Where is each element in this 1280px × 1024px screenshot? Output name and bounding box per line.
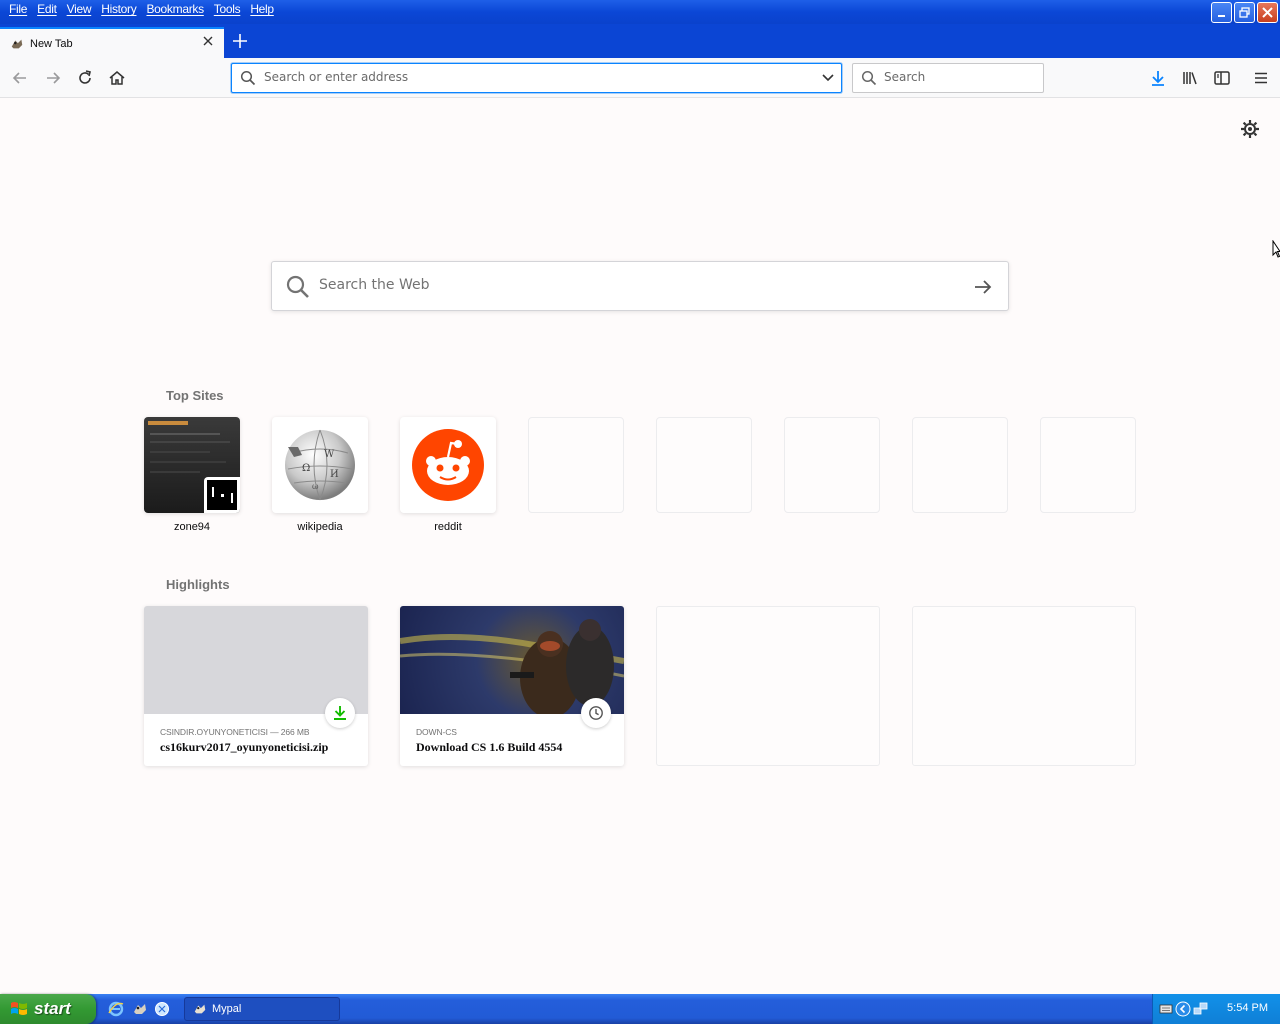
- svg-text:И: И: [330, 469, 339, 480]
- home-button[interactable]: [105, 66, 129, 90]
- downloads-button[interactable]: [1147, 67, 1169, 89]
- keyboard-icon[interactable]: [1159, 1002, 1173, 1016]
- tab-title: New Tab: [30, 37, 73, 50]
- web-search-input[interactable]: [319, 277, 939, 293]
- top-site-empty: [784, 417, 880, 513]
- top-site-empty: [656, 417, 752, 513]
- search-icon: [240, 70, 256, 86]
- forward-button[interactable]: [41, 66, 65, 90]
- internet-explorer-icon[interactable]: [108, 1001, 124, 1017]
- mypal-icon[interactable]: [132, 1001, 148, 1017]
- home-icon: [109, 71, 125, 85]
- library-button[interactable]: [1179, 67, 1201, 89]
- restore-button[interactable]: [1234, 2, 1255, 23]
- forward-arrow-icon: [47, 72, 61, 84]
- top-site-empty: [1040, 417, 1136, 513]
- clock: 5:54 PM: [1227, 1002, 1268, 1014]
- back-button[interactable]: [8, 66, 32, 90]
- menu-button[interactable]: [1250, 67, 1272, 89]
- highlight-title: Download CS 1.6 Build 4554: [416, 740, 563, 754]
- top-site-label: reddit: [434, 521, 462, 533]
- web-search-box[interactable]: [271, 261, 1009, 311]
- highlight-badge: [325, 698, 355, 728]
- start-label: start: [34, 999, 71, 1018]
- network-icon[interactable]: [1193, 1001, 1209, 1017]
- taskbar-item-label: Mypal: [212, 1003, 242, 1015]
- svg-text:W: W: [324, 449, 335, 460]
- mouse-cursor-icon: [1272, 240, 1280, 258]
- highlight-card[interactable]: CSINDIR.OYUNYONETICISI — 266 MB cs16kurv…: [144, 606, 368, 766]
- highlight-source: DOWN-CS: [416, 727, 457, 737]
- search-input[interactable]: [884, 70, 1034, 84]
- window-controls: [1211, 2, 1278, 23]
- menu-file[interactable]: File: [4, 1, 32, 17]
- back-arrow-icon: [12, 72, 26, 84]
- windows-logo-icon: [11, 1002, 27, 1015]
- menu-edit[interactable]: Edit: [32, 1, 61, 17]
- arrow-right-icon[interactable]: [973, 278, 993, 296]
- start-button[interactable]: start: [0, 994, 96, 1024]
- reload-button[interactable]: [73, 66, 97, 90]
- svg-text:Ω: Ω: [302, 463, 310, 474]
- navigation-toolbar: [0, 58, 1280, 98]
- search-icon: [861, 70, 877, 86]
- top-site-label: zone94: [173, 521, 211, 533]
- address-bar[interactable]: [231, 63, 842, 93]
- library-icon: [1183, 72, 1197, 85]
- menu-history[interactable]: History: [96, 1, 141, 17]
- clock-icon: [589, 706, 603, 720]
- app-favicon-icon: [11, 39, 23, 48]
- tab-close-icon[interactable]: [202, 35, 214, 47]
- top-site-label: wikipedia: [297, 521, 343, 533]
- taskbar: start Mypal 5:54 PM: [0, 994, 1280, 1024]
- menu-tools[interactable]: Tools: [209, 1, 246, 17]
- gear-icon[interactable]: [1239, 118, 1261, 140]
- top-site-wikipedia[interactable]: Ω W И ω: [272, 417, 368, 513]
- chevron-left-icon[interactable]: [1175, 1001, 1191, 1017]
- show-desktop-icon[interactable]: [154, 1001, 170, 1017]
- reload-icon: [79, 70, 91, 84]
- highlight-badge: [581, 698, 611, 728]
- sidebar-button[interactable]: [1211, 67, 1233, 89]
- minimize-button[interactable]: [1211, 2, 1232, 23]
- menu-bar: File Edit View History Bookmarks Tools H…: [4, 1, 279, 17]
- sidebar-icon: [1214, 71, 1230, 85]
- highlight-card-empty: [656, 606, 880, 766]
- new-tab-plus-icon[interactable]: [231, 32, 249, 50]
- highlight-card[interactable]: DOWN-CS Download CS 1.6 Build 4554: [400, 606, 624, 766]
- menu-help[interactable]: Help: [245, 1, 278, 17]
- search-icon: [286, 275, 309, 298]
- reddit-logo-icon: [412, 429, 484, 501]
- chevron-down-icon[interactable]: [821, 72, 835, 84]
- tab-strip: New Tab: [0, 24, 1280, 58]
- menu-view[interactable]: View: [62, 1, 97, 17]
- svg-text:ω: ω: [312, 482, 319, 491]
- download-icon: [334, 706, 346, 720]
- top-site-empty: [912, 417, 1008, 513]
- tab-new-tab[interactable]: New Tab: [0, 27, 224, 58]
- top-site-zone94[interactable]: [144, 417, 240, 513]
- search-bar[interactable]: [852, 63, 1044, 93]
- top-sites-title: Top Sites: [166, 388, 224, 403]
- top-site-reddit[interactable]: [400, 417, 496, 513]
- taskbar-item-mypal[interactable]: Mypal: [184, 997, 340, 1021]
- highlights-title: Highlights: [166, 577, 230, 592]
- system-tray: 5:54 PM: [1152, 994, 1280, 1024]
- highlight-card-empty: [912, 606, 1136, 766]
- minimize-icon: [1217, 14, 1225, 17]
- wikipedia-globe-icon: Ω W И ω: [285, 429, 355, 501]
- highlight-source: CSINDIR.OYUNYONETICISI — 266 MB: [160, 727, 310, 737]
- top-site-empty: [528, 417, 624, 513]
- zone94-favicon-icon: [204, 477, 240, 513]
- mypal-icon: [194, 1004, 206, 1014]
- menu-bookmarks[interactable]: Bookmarks: [141, 1, 208, 17]
- close-icon: [1262, 7, 1273, 18]
- highlight-title: cs16kurv2017_oyunyoneticisi.zip: [160, 740, 329, 754]
- restore-icon: [1239, 7, 1250, 18]
- download-icon: [1152, 71, 1164, 86]
- close-window-button[interactable]: [1257, 2, 1278, 23]
- hamburger-menu-icon: [1255, 72, 1267, 84]
- address-input[interactable]: [264, 70, 804, 84]
